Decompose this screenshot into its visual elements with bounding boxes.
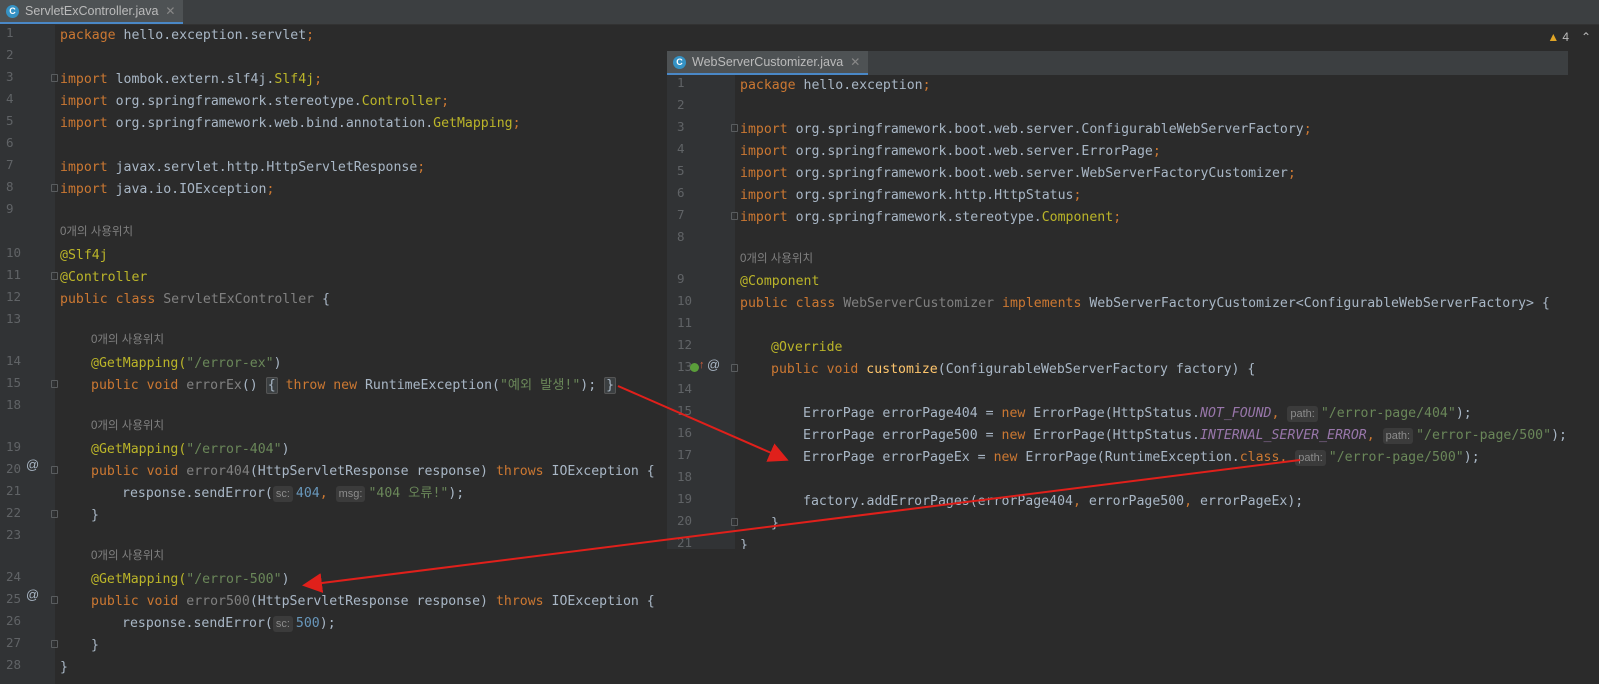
class-icon: C [673,55,686,69]
override-marker-icon[interactable] [690,363,699,372]
code-line: public void errorEx() { throw new Runtim… [91,377,617,394]
usage-hint[interactable]: 0개의 사용위치 [740,248,813,270]
right-tab-bar: C WebServerCustomizer.java ✕ [667,51,1568,75]
code-line: public class ServletExController { [60,292,330,307]
code-line: public void error404(HttpServletResponse… [91,464,655,479]
fold-icon[interactable] [51,184,58,192]
fold-icon[interactable] [51,596,58,604]
code-line: @Component [740,274,820,289]
fold-icon[interactable] [51,380,58,388]
fold-icon[interactable] [51,466,58,474]
usage-hint[interactable]: 0개의 사용위치 [91,545,164,567]
fold-icon[interactable] [51,510,58,518]
parameter-hint: path: [1295,450,1326,466]
fold-icon[interactable] [51,640,58,648]
code-line: @Controller [60,270,148,285]
fold-icon[interactable] [731,364,738,372]
right-code-area[interactable]: 1 2 3 4 5 6 7 8 9 10 11 12 13 14 15 16 1… [667,75,1568,549]
code-line: ErrorPage errorPage500 = new ErrorPage(H… [803,428,1567,444]
code-line: ErrorPage errorPage404 = new ErrorPage(H… [803,406,1472,422]
editor-tab-bar: C ServletExController.java ✕ [0,0,1599,25]
parameter-hint: path: [1382,428,1414,444]
code-line: import java.io.IOException; [60,182,275,197]
code-line: import lombok.extern.slf4j.Slf4j; [60,72,323,87]
right-gutter: 1 2 3 4 5 6 7 8 9 10 11 12 13 14 15 16 1… [667,75,735,549]
implementation-marker-icon[interactable]: @ [707,357,720,372]
close-icon[interactable]: ✕ [850,55,860,69]
parameter-hint: path: [1287,406,1318,422]
code-line: import org.springframework.http.HttpStat… [740,188,1082,203]
code-line: ErrorPage errorPageEx = new ErrorPage(Ru… [803,450,1480,466]
fold-icon[interactable] [731,518,738,526]
code-line: package hello.exception; [740,78,931,93]
code-line: import org.springframework.web.bind.anno… [60,116,521,131]
fold-icon[interactable] [731,212,738,220]
code-line: import org.springframework.stereotype.Co… [740,210,1122,225]
code-line: @GetMapping("/error-ex") [91,356,282,371]
usage-hint[interactable]: 0개의 사용위치 [60,221,133,243]
code-line: import javax.servlet.http.HttpServletRes… [60,160,426,175]
code-line: @GetMapping("/error-500") [91,572,290,587]
code-line: import org.springframework.boot.web.serv… [740,122,1312,137]
implementation-marker-icon[interactable]: @ [26,457,39,472]
code-line: } [91,638,99,653]
tab-web-server-customizer[interactable]: C WebServerCustomizer.java ✕ [667,51,869,75]
code-line: } [740,538,748,549]
code-line: @Override [771,340,843,355]
code-line: package hello.exception.servlet; [60,28,315,43]
code-line: factory.addErrorPages(errorPage404, erro… [803,494,1304,509]
code-line: response.sendError(sc: 404, msg: "404 오류!"… [122,486,465,502]
code-line: } [771,516,779,531]
code-line: @GetMapping("/error-404") [91,442,290,457]
tab-label: WebServerCustomizer.java [692,55,844,69]
arrow-up-icon[interactable]: ↑ [699,359,705,371]
code-line: @Slf4j [60,248,108,263]
tab-servlet-ex-controller[interactable]: C ServletExController.java ✕ [0,0,184,24]
right-editor-window[interactable]: C WebServerCustomizer.java ✕ 1 2 3 4 5 6… [667,51,1568,549]
usage-hint[interactable]: 0개의 사용위치 [91,329,164,351]
tab-label: ServletExController.java [25,4,159,18]
code-line: public class WebServerCustomizer impleme… [740,296,1550,311]
class-icon: C [6,4,19,18]
inspection-widget[interactable]: ▲ 4 [1547,30,1569,44]
code-line: import org.springframework.stereotype.Co… [60,94,450,109]
code-line: response.sendError(sc: 500); [122,616,336,632]
code-line: } [60,660,68,675]
warning-icon: ▲ [1547,30,1560,44]
code-line: public void customize(ConfigurableWebSer… [771,362,1256,377]
parameter-hint: sc: [272,616,293,632]
fold-icon[interactable] [51,272,58,280]
code-line: import org.springframework.boot.web.serv… [740,166,1296,181]
left-gutter: 1 2 3 4 5 6 7 8 9 10 11 12 13 14 15 18 1… [0,25,55,684]
parameter-hint: msg: [335,486,366,502]
usage-hint[interactable]: 0개의 사용위치 [91,415,164,437]
parameter-hint: sc: [272,486,293,502]
chevron-up-icon[interactable]: ⌃ [1581,30,1591,44]
implementation-marker-icon[interactable]: @ [26,587,39,602]
code-line: public void error500(HttpServletResponse… [91,594,655,609]
code-line: import org.springframework.boot.web.serv… [740,144,1161,159]
close-icon[interactable]: ✕ [165,4,175,18]
fold-icon[interactable] [731,124,738,132]
fold-icon[interactable] [51,74,58,82]
code-line: } [91,508,99,523]
